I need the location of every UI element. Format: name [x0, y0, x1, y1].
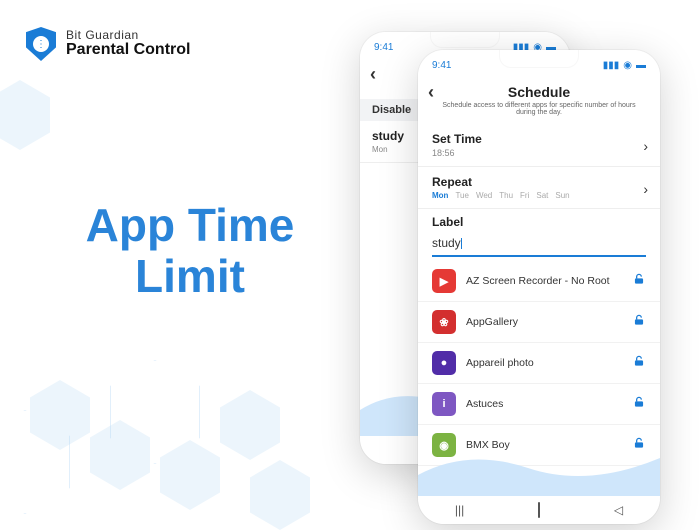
app-name: AppGallery — [466, 316, 622, 328]
day-sat: Sat — [536, 191, 548, 200]
day-fri: Fri — [520, 191, 529, 200]
android-nav-bar: ||| ◁ — [418, 496, 660, 524]
app-row[interactable]: ● Appareil photo — [418, 343, 660, 384]
battery-icon: ▬ — [636, 60, 646, 71]
set-time-label: Set Time — [432, 132, 646, 146]
front-screen-subtitle: Schedule access to different apps for sp… — [428, 102, 650, 116]
wave-decoration — [418, 440, 660, 500]
app-icon: ● — [432, 351, 456, 375]
app-icon: i — [432, 392, 456, 416]
app-row[interactable]: ❀ AppGallery — [418, 302, 660, 343]
nav-home-icon[interactable] — [538, 503, 540, 517]
status-bar-front: 9:41 ▮▮▮ ◉ ▬ — [418, 50, 660, 80]
brand-logo: ⋮ Bit Guardian Parental Control — [24, 24, 190, 64]
app-name: Appareil photo — [466, 357, 622, 369]
hero-title: App Time Limit — [40, 200, 340, 301]
app-row[interactable]: i Astuces — [418, 384, 660, 425]
app-name: AZ Screen Recorder - No Root — [466, 275, 622, 287]
day-mon: Mon — [432, 191, 448, 200]
app-list: ▶ AZ Screen Recorder - No Root ❀ AppGallery… — [418, 261, 660, 466]
front-screen-title: Schedule — [428, 84, 650, 100]
set-time-row[interactable]: Set Time 18:56 › — [418, 124, 660, 167]
lock-icon[interactable] — [632, 395, 646, 414]
app-icon: ▶ — [432, 269, 456, 293]
brand-line1: Bit Guardian — [66, 29, 190, 42]
lock-icon[interactable] — [632, 272, 646, 291]
status-time-front: 9:41 — [432, 60, 451, 71]
nav-recent-icon[interactable]: ||| — [455, 503, 464, 517]
brand-line2: Parental Control — [66, 42, 190, 59]
phone-front: 9:41 ▮▮▮ ◉ ▬ ‹ Schedule Schedule access … — [418, 50, 660, 524]
day-thu: Thu — [499, 191, 513, 200]
set-time-value: 18:56 — [432, 148, 646, 158]
day-sun: Sun — [555, 191, 569, 200]
lock-icon[interactable] — [632, 313, 646, 332]
app-name: Astuces — [466, 398, 622, 410]
status-time: 9:41 — [374, 42, 393, 53]
back-button[interactable]: ‹ — [370, 64, 376, 85]
label-field-label: Label — [432, 215, 646, 229]
back-button[interactable]: ‹ — [428, 82, 434, 103]
shield-icon: ⋮ — [24, 24, 58, 64]
wifi-icon: ◉ — [623, 60, 632, 71]
chevron-right-icon: › — [643, 181, 648, 197]
label-input-value: study — [432, 236, 461, 250]
nav-back-icon[interactable]: ◁ — [614, 503, 623, 517]
app-row[interactable]: ▶ AZ Screen Recorder - No Root — [418, 261, 660, 302]
label-input[interactable]: study — [432, 233, 646, 257]
repeat-days: Mon Tue Wed Thu Fri Sat Sun — [432, 191, 646, 200]
signal-icon: ▮▮▮ — [603, 60, 620, 71]
day-tue: Tue — [455, 191, 469, 200]
day-wed: Wed — [476, 191, 492, 200]
lock-icon[interactable] — [632, 354, 646, 373]
app-icon: ❀ — [432, 310, 456, 334]
repeat-label: Repeat — [432, 175, 646, 189]
chevron-right-icon: › — [643, 138, 648, 154]
repeat-row[interactable]: Repeat Mon Tue Wed Thu Fri Sat Sun › — [418, 167, 660, 209]
